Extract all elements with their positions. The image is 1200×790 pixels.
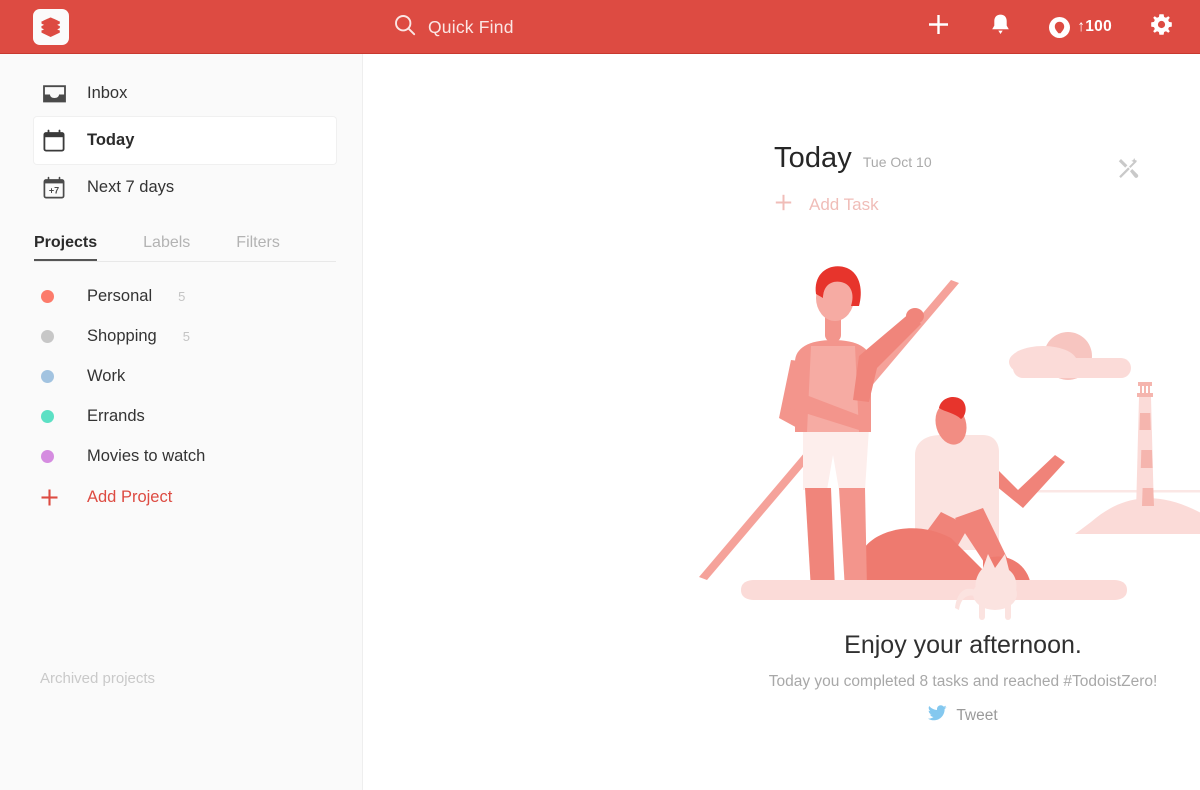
calendar-plus7-icon: +7	[40, 175, 68, 201]
project-color-dot	[40, 449, 68, 463]
project-name: Shopping	[87, 326, 157, 345]
calendar-icon	[40, 128, 68, 154]
header-actions: ↑100	[907, 0, 1200, 54]
sidebar-item-label: Today	[87, 131, 135, 149]
plus-icon	[926, 12, 951, 42]
sidebar-item-label: Next 7 days	[87, 178, 175, 196]
main-content: Today Tue Oct 10 Add Task Enjoy your aft…	[363, 54, 1200, 790]
quick-find-placeholder: Quick Find	[428, 16, 514, 37]
project-name: Errands	[87, 406, 145, 425]
project-name: Work	[87, 366, 126, 385]
search-icon	[394, 14, 416, 41]
empty-state: Enjoy your afternoon. Today you complete…	[699, 250, 1200, 726]
project-list: Personal 5 Shopping 5 Work Errands Movie…	[0, 276, 362, 518]
sidebar-item-today[interactable]: Today	[34, 117, 336, 164]
settings-button[interactable]	[1130, 0, 1192, 54]
notifications-button[interactable]	[969, 0, 1031, 54]
page-title: Today	[774, 142, 852, 174]
add-project-label: Add Project	[87, 487, 173, 506]
app-header: Quick Find ↑100	[0, 0, 1200, 54]
plus-icon	[774, 193, 793, 217]
quick-find-search[interactable]: Quick Find	[394, 0, 514, 54]
project-item-work[interactable]: Work	[34, 356, 336, 396]
lighthouse-shape	[1136, 382, 1154, 512]
svg-text:+7: +7	[49, 185, 59, 195]
project-color-dot	[40, 409, 68, 423]
add-task-button[interactable]: Add Task	[774, 193, 879, 217]
add-task-label: Add Task	[809, 195, 879, 214]
plus-icon	[40, 488, 68, 507]
add-project-button[interactable]: Add Project	[34, 476, 336, 518]
beach-paddleboard-illustration	[699, 266, 1200, 620]
twitter-bird-icon	[928, 705, 947, 726]
project-name: Personal	[87, 286, 153, 305]
karma-droplet-icon	[1049, 16, 1071, 38]
empty-state-title: Enjoy your afternoon.	[844, 631, 1082, 659]
tab-projects[interactable]: Projects	[34, 228, 97, 261]
sidebar-item-next-7-days[interactable]: +7 Next 7 days	[34, 164, 336, 211]
project-count: 5	[182, 328, 190, 344]
sidebar-tabs: Projects Labels Filters	[34, 228, 336, 262]
project-count: 5	[178, 288, 186, 304]
tab-labels[interactable]: Labels	[143, 228, 190, 261]
archived-projects-link[interactable]: Archived projects	[40, 670, 155, 687]
project-color-dot	[40, 369, 68, 383]
bell-icon	[990, 13, 1011, 41]
app-body: Inbox Today +7 Next 7 days Projects Labe…	[0, 54, 1200, 790]
tweet-button[interactable]: Tweet	[928, 705, 998, 726]
karma-badge[interactable]: ↑100	[1031, 16, 1130, 38]
todoist-logo-icon	[33, 9, 69, 45]
project-item-shopping[interactable]: Shopping 5	[34, 316, 336, 356]
tab-filters[interactable]: Filters	[236, 228, 280, 261]
sidebar-item-label: Inbox	[87, 84, 128, 102]
view-header: Today Tue Oct 10	[363, 54, 1200, 175]
sidebar-item-inbox[interactable]: Inbox	[34, 70, 336, 117]
empty-state-subtitle: Today you completed 8 tasks and reached …	[768, 673, 1158, 690]
add-task-header-button[interactable]	[907, 0, 969, 54]
tools-icon[interactable]	[1116, 157, 1140, 186]
project-item-movies-to-watch[interactable]: Movies to watch	[34, 436, 336, 476]
view-date: Tue Oct 10	[862, 154, 932, 170]
project-name: Movies to watch	[87, 446, 206, 465]
todoist-app: Quick Find ↑100 Inbox Today +7 Next 7 da…	[0, 0, 1200, 790]
project-item-errands[interactable]: Errands	[34, 396, 336, 436]
app-logo[interactable]	[33, 9, 69, 45]
project-item-personal[interactable]: Personal 5	[34, 276, 336, 316]
project-color-dot	[40, 289, 68, 303]
tweet-label: Tweet	[956, 706, 998, 724]
sidebar: Inbox Today +7 Next 7 days Projects Labe…	[0, 54, 363, 790]
project-color-dot	[40, 329, 68, 343]
gear-icon	[1149, 12, 1174, 42]
cloud-shape	[1009, 332, 1131, 380]
inbox-icon	[40, 81, 68, 107]
karma-points: ↑100	[1077, 18, 1112, 35]
